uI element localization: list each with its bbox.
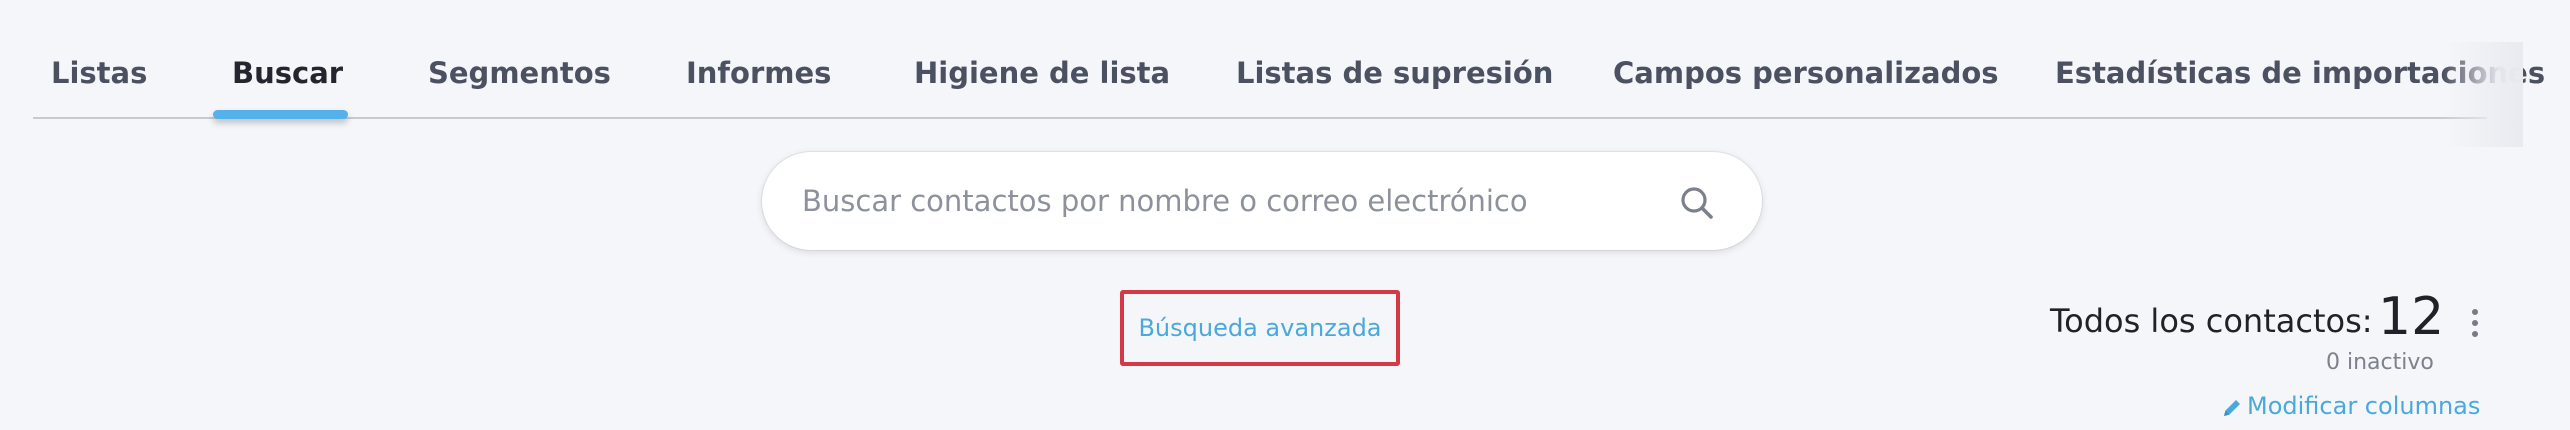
modify-columns-link[interactable]: Modificar columnas bbox=[2247, 392, 2480, 420]
contacts-count: 12 bbox=[2378, 287, 2445, 347]
search-input[interactable] bbox=[802, 176, 1652, 226]
more-vertical-icon[interactable] bbox=[2463, 306, 2487, 346]
tabs-scroll-fade bbox=[2443, 42, 2523, 147]
tab-segmentos[interactable]: Segmentos bbox=[428, 42, 611, 117]
advanced-search-link[interactable]: Búsqueda avanzada bbox=[1120, 290, 1400, 366]
inactive-count: 0 inactivo bbox=[2326, 350, 2434, 375]
tab-buscar[interactable]: Buscar bbox=[232, 42, 343, 117]
tab-listas[interactable]: Listas bbox=[51, 42, 147, 117]
pencil-icon[interactable] bbox=[2220, 396, 2244, 420]
tabs-bar: Listas Buscar Segmentos Informes Higiene… bbox=[33, 42, 2545, 147]
search-icon[interactable] bbox=[1677, 183, 1717, 223]
active-tab-indicator bbox=[213, 110, 348, 119]
tab-higiene-de-lista[interactable]: Higiene de lista bbox=[914, 42, 1170, 117]
tab-campos-personalizados[interactable]: Campos personalizados bbox=[1613, 42, 1999, 117]
tab-informes[interactable]: Informes bbox=[686, 42, 831, 117]
search-box bbox=[762, 152, 1762, 250]
tab-listas-de-supresion[interactable]: Listas de supresión bbox=[1236, 42, 1553, 117]
contacts-label: Todos los contactos: bbox=[2050, 302, 2373, 340]
